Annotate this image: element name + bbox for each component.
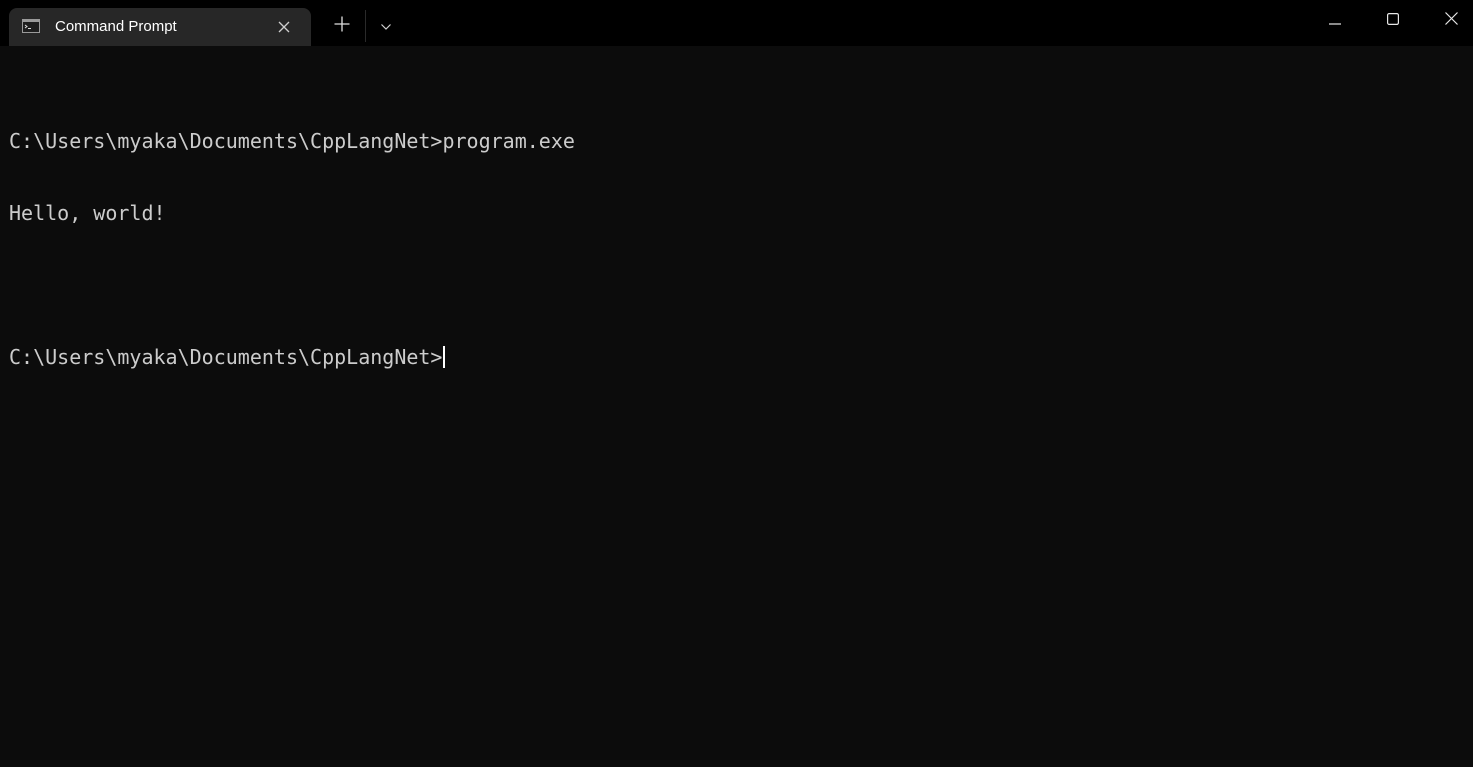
terminal-output[interactable]: C:\Users\myaka\Documents\CppLangNet>prog… (9, 46, 1464, 767)
cmd-icon (22, 19, 40, 33)
tab-dropdown-button[interactable] (372, 9, 400, 43)
tab-title: Command Prompt (55, 18, 177, 35)
maximize-button[interactable] (1364, 0, 1422, 42)
minimize-icon (1329, 12, 1341, 30)
terminal-window: Command Prompt C:\Users\myaka\Documents\… (0, 0, 1473, 767)
title-bar[interactable]: Command Prompt (0, 0, 1473, 46)
new-tab-button[interactable] (325, 9, 359, 43)
tab-divider (365, 10, 366, 42)
terminal-line: C:\Users\myaka\Documents\CppLangNet>prog… (9, 129, 575, 153)
close-button[interactable] (1422, 0, 1473, 42)
minimize-button[interactable] (1306, 0, 1364, 42)
text-cursor (443, 346, 446, 368)
close-icon (1444, 12, 1458, 30)
maximize-icon (1387, 12, 1400, 30)
tab-close-icon[interactable] (274, 17, 294, 37)
tab-command-prompt[interactable]: Command Prompt (9, 8, 311, 46)
terminal-prompt-line: C:\Users\myaka\Documents\CppLangNet> (9, 345, 1464, 369)
terminal-prompt: C:\Users\myaka\Documents\CppLangNet> (9, 345, 443, 369)
chevron-down-icon (381, 17, 391, 35)
plus-icon (334, 16, 350, 37)
terminal-line: Hello, world! (9, 201, 166, 225)
